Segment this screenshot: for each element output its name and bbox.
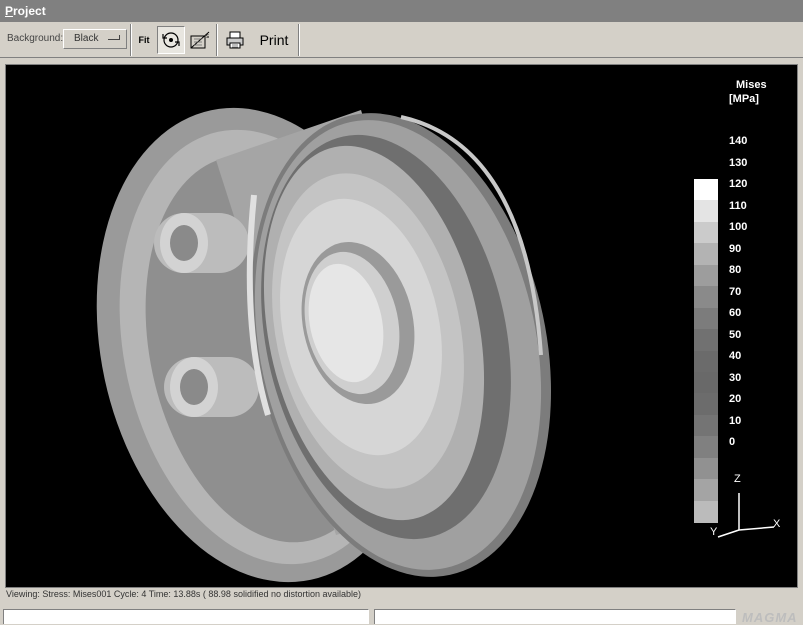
legend-tick-label: 80 [729,264,742,276]
legend-tick-label: 100 [729,221,748,233]
view-zoom-icon: s [190,31,210,49]
status-panel-right [374,609,736,624]
legend-color-segment [694,414,718,437]
print-button[interactable]: Print [252,26,296,54]
window-title: Project [0,0,803,22]
dropdown-arrow-icon [108,35,120,40]
legend-color-segment [694,221,718,244]
legend-unit: [MPa] [729,93,759,105]
legend-color-segment [694,329,718,351]
background-label: Background: [7,33,64,44]
legend-tick-label: 20 [729,393,742,405]
legend-tick-label: 40 [729,350,742,362]
axis-y-label: Y [710,526,718,538]
legend-tick-label: 30 [729,371,742,384]
legend-tick-label: 120 [729,178,748,190]
svg-text:s: s [206,33,209,40]
legend-color-bar [694,179,718,523]
axis-x-label: X [773,518,781,530]
rotate-icon [162,32,180,48]
legend-tick-label: 50 [729,328,742,341]
legend-color-segment [694,179,718,201]
toolbar-separator [298,24,300,56]
printer-icon [226,31,244,49]
view-zoom-button[interactable]: s [186,26,214,54]
legend-color-segment [694,371,718,394]
status-panel-left [3,609,369,624]
legend-tick-label: 0 [729,436,736,448]
legend-tick-label: 130 [729,156,748,169]
legend-color-segment [694,264,718,287]
axis-triad [717,493,775,538]
legend-color-segment [694,436,718,459]
legend-tick-label: 60 [729,307,742,319]
background-select-value: Black [74,33,99,44]
legend-tick-label: 140 [729,135,748,147]
legend-color-segment [694,200,718,223]
legend-tick-label: 90 [729,242,742,255]
stress-model-render [96,107,552,583]
toolbar: Background: Black Fit s Print [0,22,803,58]
legend-title: Mises [736,79,767,91]
legend-tick-label: 110 [729,199,747,212]
legend-color-segment [694,243,718,266]
toolbar-separator [130,24,132,56]
legend-color-segment [694,350,718,373]
fit-button[interactable]: Fit [134,26,154,54]
legend-color-segment [694,307,718,330]
axis-z-label: Z [734,473,741,485]
toolbar-separator [216,24,218,56]
background-select[interactable]: Black [63,29,127,49]
print-icon-button[interactable] [222,26,248,54]
status-line: Viewing: Stress: Mises001 Cycle: 4 Time:… [5,588,799,601]
rotate-button[interactable] [157,26,185,54]
magma-logo: MAGMA [742,610,798,625]
legend-color-segment [694,286,718,309]
legend-tick-label: 10 [729,414,742,427]
render-viewport[interactable]: Mises [MPa] 140 130 120 110 100 90 80 70 60 50 40 3… [5,64,798,588]
legend-tick-label: 70 [729,285,742,298]
legend-color-segment [694,393,718,416]
